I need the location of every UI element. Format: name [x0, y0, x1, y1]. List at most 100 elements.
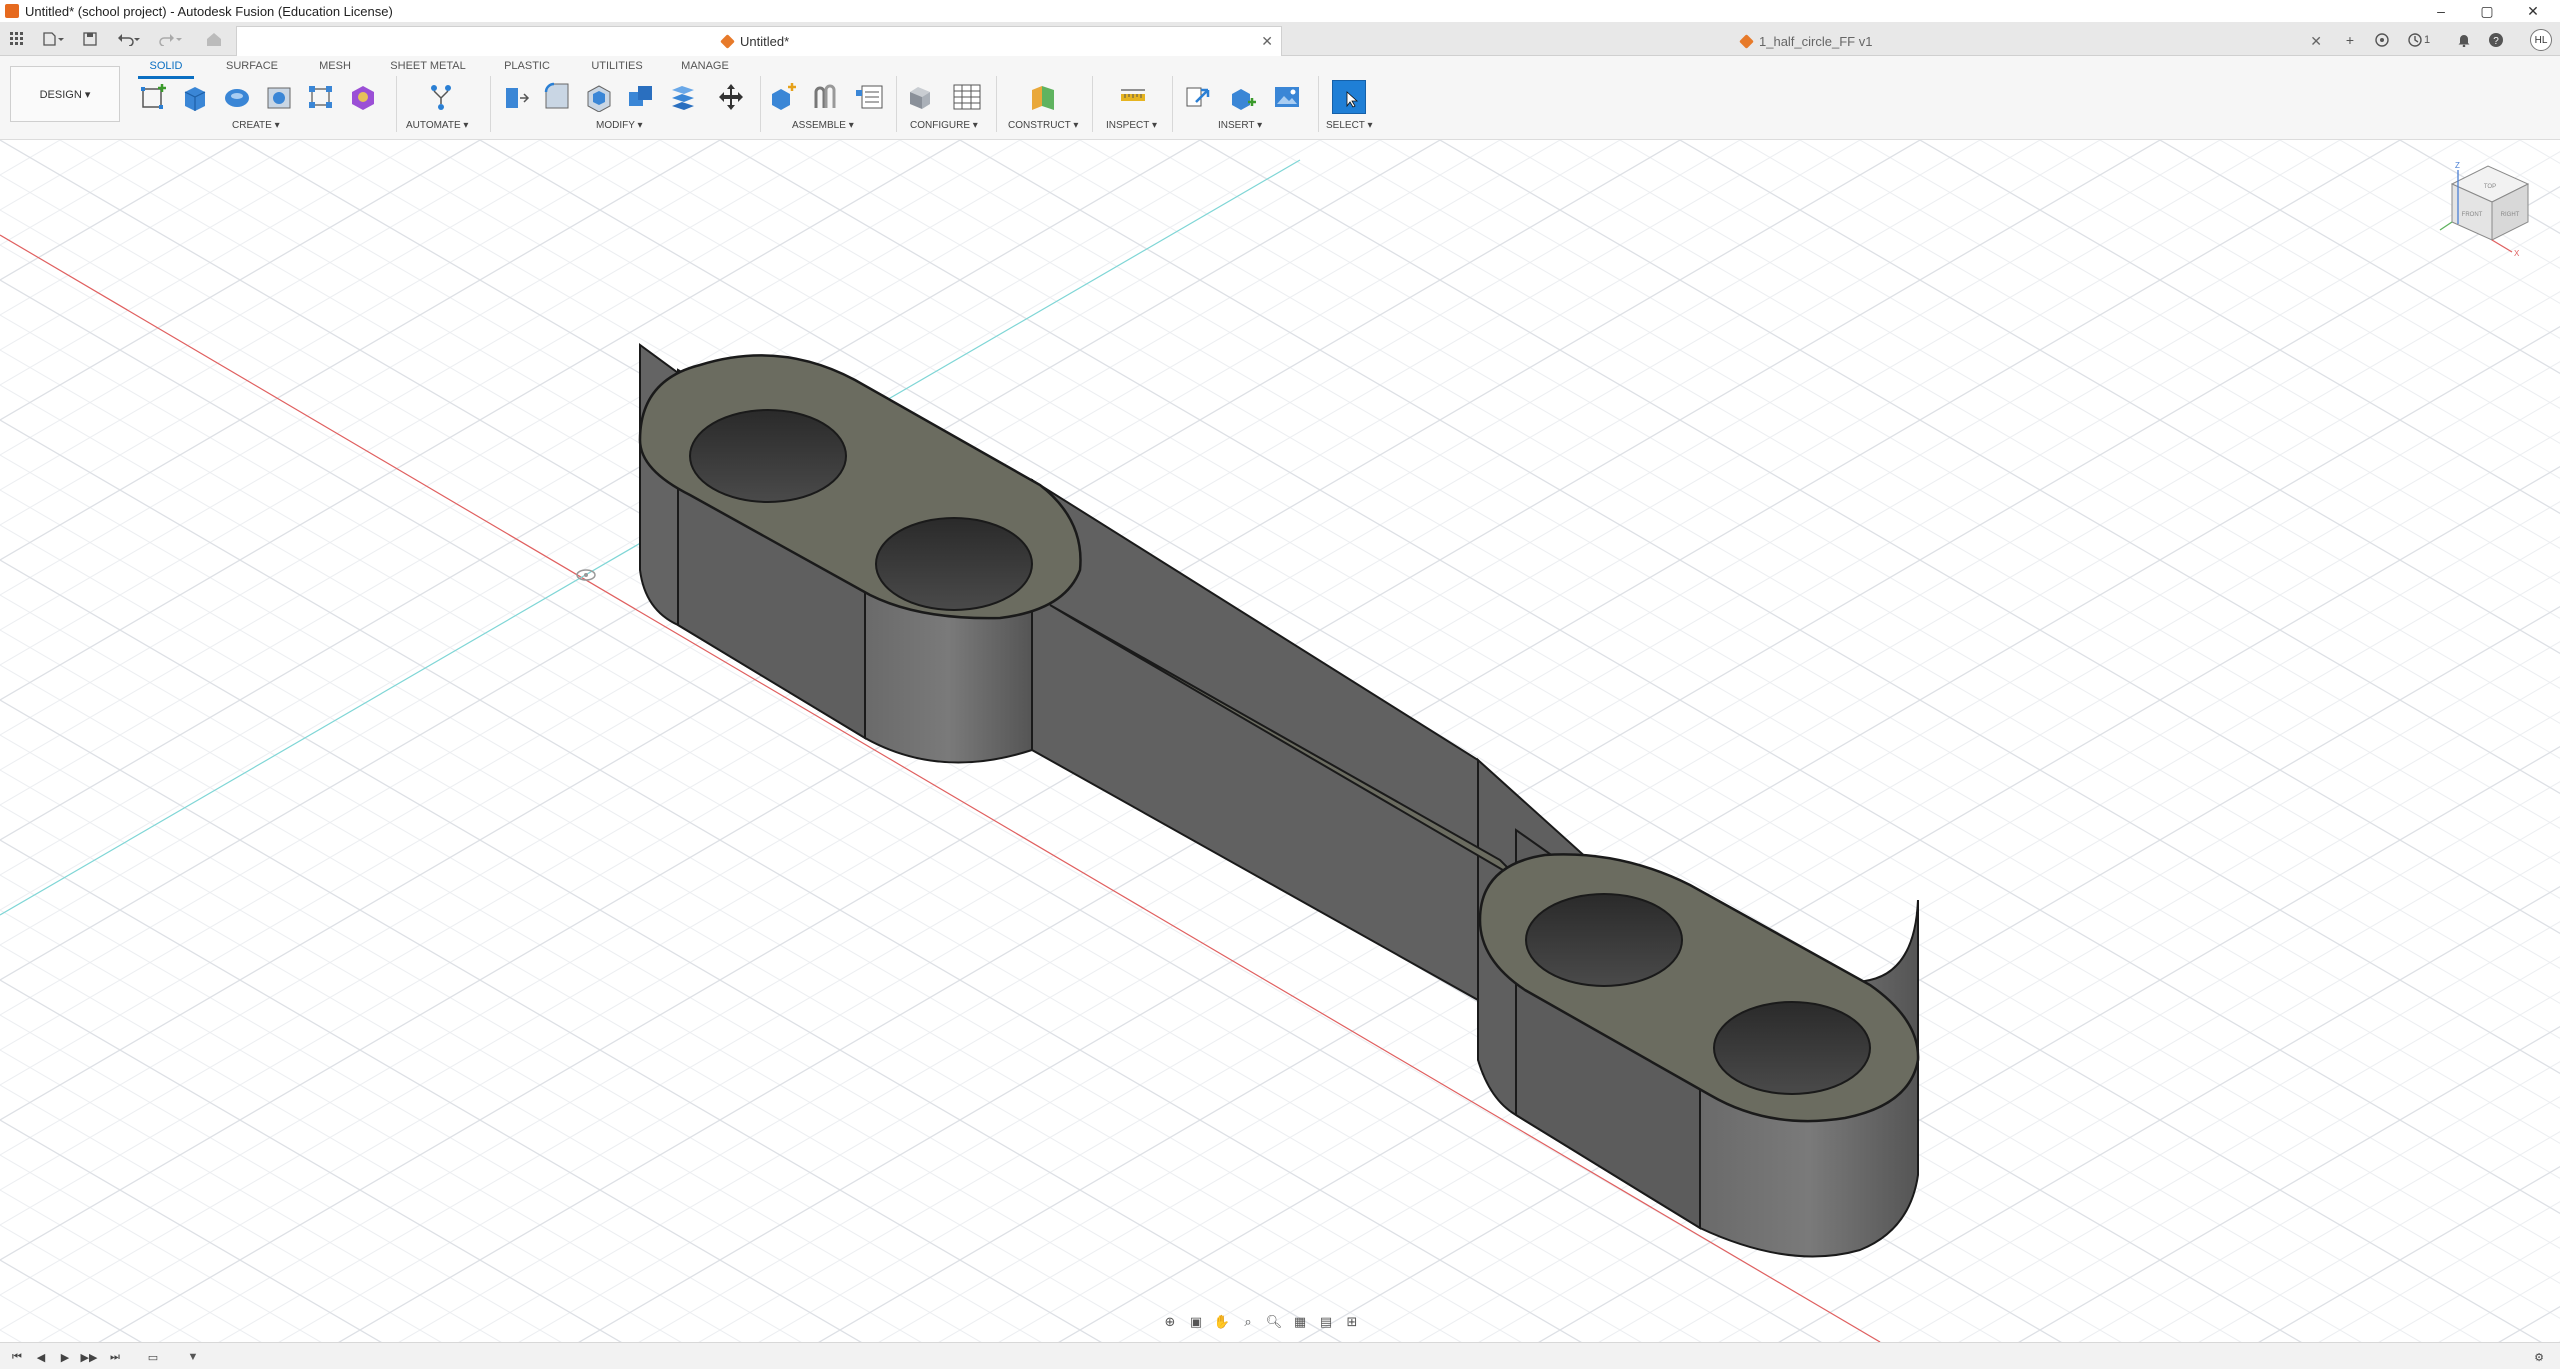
configure-icon[interactable] — [904, 80, 938, 114]
new-component-icon[interactable] — [766, 80, 800, 114]
user-avatar[interactable]: HL — [2530, 29, 2552, 51]
create-form-icon[interactable] — [346, 80, 380, 114]
extrude-icon[interactable] — [178, 80, 212, 114]
insert-group-label[interactable]: INSERT ▾ — [1218, 120, 1262, 131]
go-to-start-icon[interactable]: ⏮ — [10, 1350, 24, 1364]
display-settings-icon[interactable]: ▦ — [1290, 1312, 1310, 1332]
timeline-settings-icon[interactable]: ⚙ — [2532, 1350, 2546, 1364]
go-to-end-icon[interactable]: ⏭ — [108, 1350, 122, 1364]
grid-settings-icon[interactable]: ▤ — [1316, 1312, 1336, 1332]
model-canvas[interactable]: TOP FRONT RIGHT Z X — [0, 140, 2560, 1342]
viewcube-front-label: FRONT — [2462, 212, 2483, 218]
tab-mesh[interactable]: MESH — [310, 60, 360, 76]
toolbar-divider — [1318, 76, 1319, 132]
hole-left-1[interactable] — [689, 409, 847, 503]
configure-group-label[interactable]: CONFIGURE ▾ — [910, 120, 978, 131]
undo-icon[interactable] — [114, 29, 144, 49]
construct-group-label[interactable]: CONSTRUCT ▾ — [1008, 120, 1078, 131]
job-status-icon[interactable]: 1 — [2404, 30, 2434, 50]
design-document-icon — [1739, 33, 1754, 49]
save-icon[interactable] — [80, 29, 100, 49]
move-copy-icon[interactable] — [714, 80, 748, 114]
redo-icon[interactable] — [156, 29, 186, 49]
orbit-icon[interactable]: ⊕ — [1160, 1312, 1180, 1332]
modify-group-label[interactable]: MODIFY ▾ — [596, 120, 643, 131]
press-pull-icon[interactable] — [498, 80, 532, 114]
close-tab-icon[interactable]: ✕ — [1261, 33, 1273, 50]
maximize-button[interactable]: ▢ — [2464, 0, 2510, 22]
tab-manage[interactable]: MANAGE — [674, 60, 736, 76]
combine-icon[interactable] — [624, 80, 658, 114]
workspace-switcher-button[interactable]: DESIGN ▾ — [10, 66, 120, 122]
design-document-icon — [720, 34, 735, 49]
extensions-icon[interactable] — [2372, 30, 2392, 50]
tab-utilities[interactable]: UTILITIES — [588, 60, 646, 76]
create-sketch-icon[interactable] — [136, 80, 170, 114]
automate-icon[interactable] — [424, 80, 458, 114]
toolbar-divider — [396, 76, 397, 132]
insert-mesh-icon[interactable] — [1226, 80, 1260, 114]
notifications-icon[interactable] — [2454, 30, 2474, 50]
active-tab-indicator — [138, 76, 194, 79]
pattern-icon[interactable] — [304, 80, 338, 114]
play-icon[interactable]: ▶ — [58, 1350, 72, 1364]
timeline-bar: ⏮ ◀ ▶ ▶▶ ⏭ ▭ ▼ ⚙ — [0, 1342, 2560, 1369]
viewports-icon[interactable]: ⊞ — [1342, 1312, 1362, 1332]
tab-solid[interactable]: SOLID — [138, 60, 194, 76]
viewcube-top-label: TOP — [2484, 184, 2496, 190]
tab-untitled[interactable]: Untitled* ✕ — [236, 26, 1282, 56]
insert-derive-icon[interactable] — [1182, 80, 1216, 114]
select-group-label[interactable]: SELECT ▾ — [1326, 120, 1373, 131]
viewcube-right-label: RIGHT — [2501, 212, 2520, 218]
timeline-sketch-feature-icon[interactable]: ▭ — [146, 1350, 160, 1364]
offset-plane-icon[interactable] — [1026, 80, 1060, 114]
bill-of-materials-icon[interactable] — [852, 80, 886, 114]
app-grid-icon[interactable] — [6, 29, 28, 49]
close-window-button[interactable]: ✕ — [2510, 0, 2556, 22]
window-title: Untitled* (school project) - Autodesk Fu… — [25, 3, 393, 19]
align-icon[interactable] — [666, 80, 700, 114]
tab-label: Untitled* — [740, 34, 790, 49]
title-bar: Untitled* (school project) - Autodesk Fu… — [0, 0, 2560, 22]
pan-icon[interactable]: ✋ — [1212, 1312, 1232, 1332]
inspect-group-label[interactable]: INSPECT ▾ — [1106, 120, 1157, 131]
step-forward-icon[interactable]: ▶▶ — [81, 1350, 98, 1364]
measure-icon[interactable] — [1116, 80, 1150, 114]
toolbar-divider — [490, 76, 491, 132]
new-tab-icon[interactable]: + — [2340, 30, 2360, 50]
hole-right-1[interactable] — [1525, 893, 1683, 987]
insert-canvas-icon[interactable] — [1270, 80, 1304, 114]
minimize-button[interactable]: – — [2418, 0, 2464, 22]
create-group-label[interactable]: CREATE ▾ — [232, 120, 280, 131]
zoom-window-icon[interactable]: 🔍︎ — [1264, 1312, 1284, 1332]
3d-viewport[interactable]: TOP FRONT RIGHT Z X — [0, 140, 2560, 1342]
assemble-group-label[interactable]: ASSEMBLE ▾ — [792, 120, 854, 131]
step-back-icon[interactable]: ◀ — [34, 1350, 48, 1364]
joint-icon[interactable] — [808, 80, 842, 114]
tab-sheet-metal[interactable]: SHEET METAL — [386, 60, 470, 76]
zoom-icon[interactable]: ⌕ — [1238, 1312, 1258, 1332]
document-tab-bar: Untitled* ✕ 1_half_circle_FF v1 ✕ + 1 ? … — [0, 22, 2560, 56]
timeline-marker-icon[interactable]: ▼ — [186, 1350, 200, 1364]
tab-plastic[interactable]: PLASTIC — [498, 60, 556, 76]
select-icon[interactable] — [1332, 80, 1366, 114]
navigation-bar: ⊕ ▣ ✋ ⌕ 🔍︎ ▦ ▤ ⊞ — [1160, 1310, 1400, 1334]
close-tab-icon[interactable]: ✕ — [2310, 33, 2322, 50]
help-icon[interactable]: ? — [2486, 30, 2506, 50]
configuration-table-icon[interactable] — [950, 80, 984, 114]
home-icon[interactable] — [202, 29, 226, 49]
automate-group-label[interactable]: AUTOMATE ▾ — [406, 120, 468, 131]
shell-icon[interactable] — [582, 80, 616, 114]
fillet-icon[interactable] — [540, 80, 574, 114]
job-count: 1 — [2423, 34, 2431, 46]
file-menu-icon[interactable] — [38, 29, 68, 49]
svg-text:?: ? — [2493, 36, 2499, 47]
hole-right-2[interactable] — [1713, 1001, 1871, 1095]
tab-surface[interactable]: SURFACE — [222, 60, 282, 76]
look-at-icon[interactable]: ▣ — [1186, 1312, 1206, 1332]
hole-icon[interactable] — [262, 80, 296, 114]
ribbon-toolbar: DESIGN ▾ SOLID SURFACE MESH SHEET METAL … — [0, 56, 2560, 140]
revolve-icon[interactable] — [220, 80, 254, 114]
tab-half-circle[interactable]: 1_half_circle_FF v1 ✕ — [1284, 26, 2330, 56]
hole-left-2[interactable] — [875, 517, 1033, 611]
